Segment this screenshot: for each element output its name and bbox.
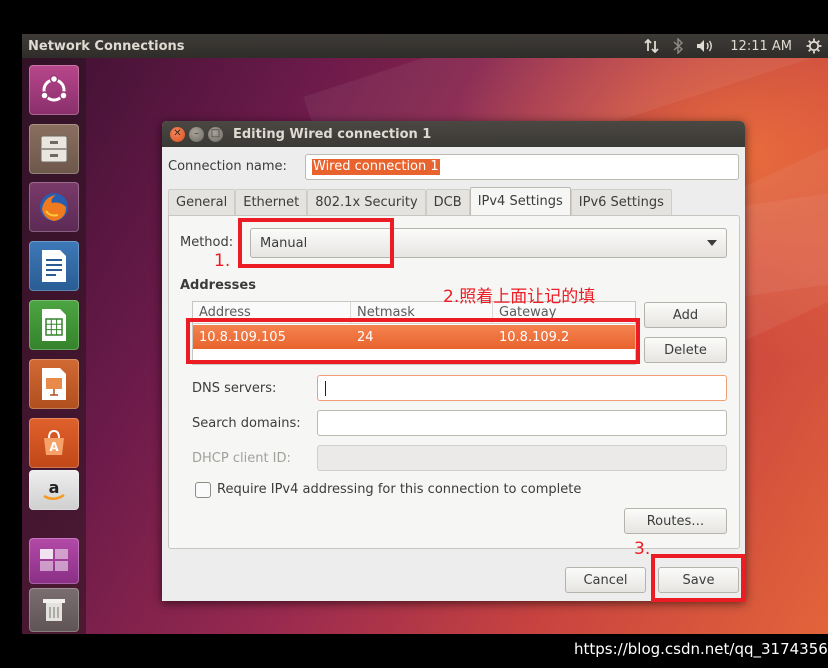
software-center-icon[interactable]: A <box>29 418 79 468</box>
gear-icon[interactable] <box>800 34 828 58</box>
dns-servers-input[interactable] <box>317 375 727 401</box>
ubuntu-dash-icon[interactable] <box>29 65 79 115</box>
calc-icon[interactable] <box>29 300 79 350</box>
tab-ethernet[interactable]: Ethernet <box>235 189 308 215</box>
method-value: Manual <box>260 235 308 251</box>
add-button[interactable]: Add <box>644 302 727 328</box>
maximize-icon[interactable]: □ <box>208 126 223 142</box>
tab-general[interactable]: General <box>168 189 236 215</box>
search-domains-input[interactable] <box>317 410 727 436</box>
method-label: Method: <box>180 235 234 250</box>
amazon-icon[interactable]: a <box>29 470 79 510</box>
save-button[interactable]: Save <box>658 567 739 593</box>
search-domains-label: Search domains: <box>192 416 301 431</box>
annotation-step-1: 1. <box>214 251 231 271</box>
edit-connection-dialog: ✕ – □ Editing Wired connection 1 Connect… <box>162 121 745 601</box>
workspace-switcher-icon[interactable] <box>29 538 79 584</box>
tab-dcb[interactable]: DCB <box>425 189 470 215</box>
column-address[interactable]: Address <box>193 302 351 323</box>
files-icon[interactable] <box>29 124 79 174</box>
tab-bar: General Ethernet 802.1x Security DCB IPv… <box>168 187 672 215</box>
svg-text:a: a <box>49 478 60 497</box>
tab-ipv4-settings[interactable]: IPv4 Settings <box>469 187 571 215</box>
delete-button[interactable]: Delete <box>644 337 727 363</box>
table-row[interactable]: 10.8.109.105 24 10.8.109.2 <box>193 325 635 349</box>
require-ipv4-label[interactable]: Require IPv4 addressing for this connect… <box>217 482 581 497</box>
trash-icon[interactable] <box>29 588 79 632</box>
cancel-button[interactable]: Cancel <box>565 567 646 593</box>
firefox-icon[interactable] <box>29 182 79 232</box>
top-panel: Network Connections 12:11 AM <box>22 34 828 58</box>
clock[interactable]: 12:11 AM <box>722 34 800 58</box>
connection-name-value: Wired connection 1 <box>312 159 440 175</box>
text-cursor <box>325 381 326 396</box>
impress-icon[interactable] <box>29 359 79 409</box>
addresses-table: Address Netmask Gateway 10.8.109.105 24 … <box>192 301 636 365</box>
dialog-title: Editing Wired connection 1 <box>233 126 432 142</box>
svg-text:A: A <box>49 440 59 454</box>
tab-8021x-security[interactable]: 802.1x Security <box>307 189 426 215</box>
close-icon[interactable]: ✕ <box>170 126 185 142</box>
app-title: Network Connections <box>28 38 185 54</box>
dhcp-client-id-input[interactable] <box>317 445 727 471</box>
cell-gateway[interactable]: 10.8.109.2 <box>493 330 635 345</box>
dhcp-client-id-label: DHCP client ID: <box>192 451 291 466</box>
tab-ipv6-settings[interactable]: IPv6 Settings <box>570 189 672 215</box>
cell-netmask[interactable]: 24 <box>351 330 493 345</box>
watermark: https://blog.csdn.net/qq_31743563 <box>574 640 828 658</box>
chevron-down-icon <box>707 240 717 246</box>
require-ipv4-checkbox[interactable] <box>195 482 211 498</box>
dialog-titlebar[interactable]: ✕ – □ Editing Wired connection 1 <box>162 121 745 147</box>
addresses-heading: Addresses <box>180 278 256 293</box>
method-dropdown[interactable]: Manual <box>250 228 727 258</box>
volume-icon[interactable] <box>690 34 722 58</box>
connection-name-field[interactable]: Wired connection 1 <box>305 154 739 180</box>
bluetooth-icon[interactable] <box>666 34 690 58</box>
routes-button[interactable]: Routes… <box>624 508 727 534</box>
connection-name-label: Connection name: <box>168 159 287 174</box>
launcher: A a <box>22 58 86 634</box>
dns-servers-label: DNS servers: <box>192 381 277 396</box>
cell-address[interactable]: 10.8.109.105 <box>193 330 351 345</box>
network-updown-icon[interactable] <box>638 34 666 58</box>
annotation-step-3: 3. <box>634 539 651 559</box>
minimize-icon[interactable]: – <box>189 126 204 142</box>
annotation-step-2: 2.照着上面让记的填 <box>443 287 596 307</box>
writer-icon[interactable] <box>29 241 79 291</box>
